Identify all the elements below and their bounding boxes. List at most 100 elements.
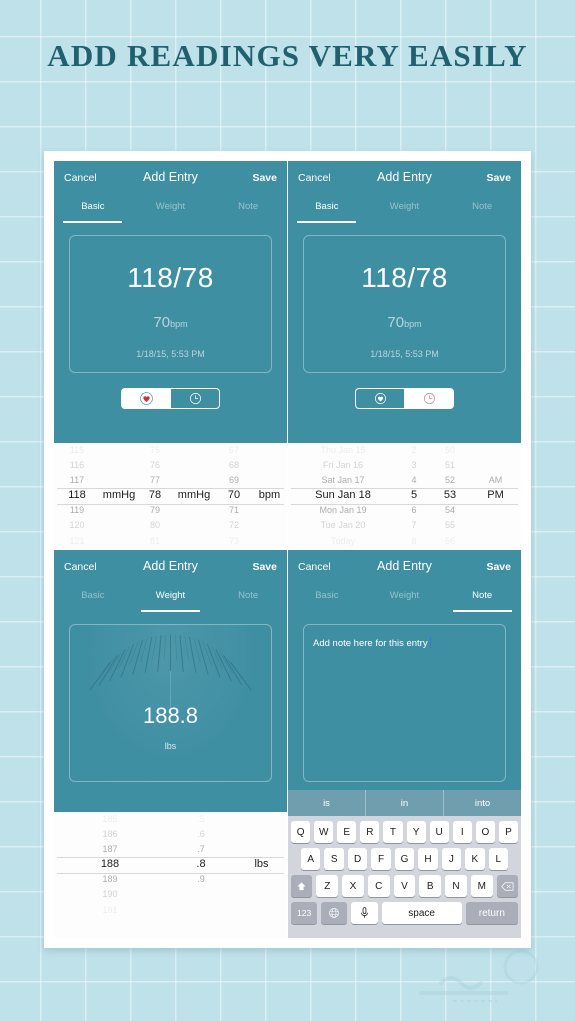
tab-note[interactable]: Note	[209, 197, 287, 223]
suggestion-2[interactable]: in	[366, 790, 444, 816]
picker-row[interactable]: 121	[69, 534, 84, 549]
key-b[interactable]: B	[419, 875, 442, 897]
picker-row[interactable]: 116	[70, 458, 84, 473]
segment-heart[interactable]	[356, 389, 405, 408]
key-h[interactable]: H	[418, 848, 438, 870]
picker-column-date[interactable]: Thu Jan 15 Fri Jan 16 Sat Jan 17 Sun Jan 18…	[288, 443, 398, 549]
picker-row[interactable]: .9	[197, 872, 205, 887]
picker-row[interactable]: 117	[70, 473, 84, 488]
save-button[interactable]: Save	[486, 561, 511, 573]
picker-row[interactable]: 80	[150, 518, 160, 533]
picker-row[interactable]: 188	[101, 857, 119, 872]
picker-row[interactable]: 78	[149, 488, 161, 503]
tab-note[interactable]: Note	[443, 197, 521, 223]
segmented-control-right[interactable]	[355, 388, 454, 409]
picker-row[interactable]: 54	[445, 503, 455, 518]
picker-row[interactable]: 77	[150, 473, 160, 488]
segmented-control-left[interactable]	[121, 388, 220, 409]
picker-row[interactable]: 72	[229, 518, 239, 533]
tab-basic[interactable]: Basic	[54, 197, 132, 223]
segment-heart[interactable]	[122, 389, 171, 408]
save-button[interactable]: Save	[252, 172, 277, 184]
picker-column-systolic[interactable]: 115 116 117 118 119 120 121	[54, 443, 100, 549]
picker-row[interactable]: 185	[102, 812, 117, 827]
picker-column-weight-whole[interactable]: 185 186 187 188 189 190 191	[54, 812, 166, 938]
return-key[interactable]: return	[465, 902, 519, 924]
picker-row[interactable]: mmHg	[103, 488, 135, 503]
picker-row[interactable]: Mon Jan 19	[319, 503, 366, 518]
tab-basic[interactable]: Basic	[54, 586, 132, 612]
picker-row[interactable]: 5	[411, 488, 417, 503]
key-j[interactable]: J	[441, 848, 462, 870]
key-c[interactable]: C	[367, 875, 390, 897]
key-t[interactable]: T	[383, 821, 403, 843]
picker-row[interactable]: 120	[69, 518, 84, 533]
picker-column-hour[interactable]: 2345678	[398, 443, 430, 549]
picker-row[interactable]: PM	[487, 488, 504, 503]
bp-picker[interactable]: 115 116 117 118 119 120 121 mmHg 75 76 77 78 79 80 8…	[54, 443, 287, 549]
picker-row[interactable]: 51	[445, 458, 455, 473]
picker-row[interactable]: 3	[411, 458, 416, 473]
picker-row[interactable]: 119	[70, 503, 84, 518]
picker-row[interactable]: 4	[411, 473, 416, 488]
picker-row[interactable]: 81	[150, 534, 160, 549]
key-p[interactable]: P	[498, 821, 518, 843]
segment-clock[interactable]	[171, 389, 219, 408]
note-input[interactable]: Add note here for this entry	[303, 624, 506, 782]
key-x[interactable]: X	[342, 875, 364, 897]
key-o[interactable]: O	[475, 821, 495, 843]
globe-key[interactable]	[321, 902, 348, 924]
picker-row[interactable]: 69	[229, 473, 239, 488]
picker-row[interactable]: 187	[102, 842, 117, 857]
picker-row[interactable]: 118	[68, 488, 86, 503]
picker-row[interactable]: 68	[229, 458, 239, 473]
backspace-key[interactable]	[496, 875, 518, 897]
tab-basic[interactable]: Basic	[288, 197, 366, 223]
numbers-key[interactable]: 123	[291, 902, 318, 924]
picker-column-weight-decimal[interactable]: .5.6.7.8.9	[166, 812, 236, 938]
mic-key[interactable]	[351, 902, 378, 924]
picker-row[interactable]: 79	[150, 503, 160, 518]
key-f[interactable]: F	[371, 848, 391, 870]
key-m[interactable]: M	[470, 875, 493, 897]
picker-column-pulse[interactable]: 67 68 69 70 71 72 73	[216, 443, 252, 549]
key-z[interactable]: Z	[316, 875, 339, 897]
key-n[interactable]: N	[445, 875, 467, 897]
suggestion-3[interactable]: into	[444, 790, 521, 816]
picker-row[interactable]: Sat Jan 17	[321, 473, 364, 488]
picker-row[interactable]: 190	[102, 887, 117, 902]
picker-row[interactable]: mmHg	[178, 488, 210, 503]
picker-row[interactable]: AM	[489, 473, 503, 488]
picker-row[interactable]: Tue Jan 20	[321, 518, 366, 533]
save-button[interactable]: Save	[252, 561, 277, 573]
picker-column-diastolic[interactable]: 75 76 77 78 79 80 81	[138, 443, 172, 549]
key-l[interactable]: L	[488, 848, 508, 870]
key-w[interactable]: W	[314, 821, 334, 843]
picker-row[interactable]: 2	[411, 443, 416, 458]
picker-row[interactable]: bpm	[259, 488, 280, 503]
key-r[interactable]: R	[360, 821, 380, 843]
segment-clock[interactable]	[405, 389, 453, 408]
picker-row[interactable]: 191	[102, 903, 117, 918]
picker-column-minute[interactable]: 50 51 52 53 54 55 56	[430, 443, 470, 549]
picker-row[interactable]: 56	[445, 534, 455, 549]
picker-row[interactable]: lbs	[254, 857, 268, 872]
weight-picker[interactable]: 185 186 187 188 189 190 191 .5.6.7.8.9 lbs	[54, 812, 287, 938]
picker-row[interactable]: 76	[150, 458, 160, 473]
picker-row[interactable]: 6	[411, 503, 416, 518]
tab-weight[interactable]: Weight	[132, 197, 210, 223]
picker-row[interactable]: 55	[445, 518, 455, 533]
picker-row[interactable]: .7	[197, 842, 205, 857]
picker-row[interactable]: 53	[444, 488, 456, 503]
save-button[interactable]: Save	[486, 172, 511, 184]
tab-weight[interactable]: Weight	[366, 586, 444, 612]
picker-row[interactable]: Today	[331, 534, 355, 549]
picker-row[interactable]: 70	[228, 488, 240, 503]
picker-row[interactable]: Sun Jan 18	[315, 488, 371, 503]
datetime-picker[interactable]: Thu Jan 15 Fri Jan 16 Sat Jan 17 Sun Jan 18…	[288, 443, 521, 549]
key-s[interactable]: S	[324, 848, 344, 870]
key-e[interactable]: E	[337, 821, 357, 843]
key-i[interactable]: I	[452, 821, 472, 843]
picker-row[interactable]: 75	[150, 443, 160, 458]
picker-row[interactable]: .8	[196, 857, 205, 872]
